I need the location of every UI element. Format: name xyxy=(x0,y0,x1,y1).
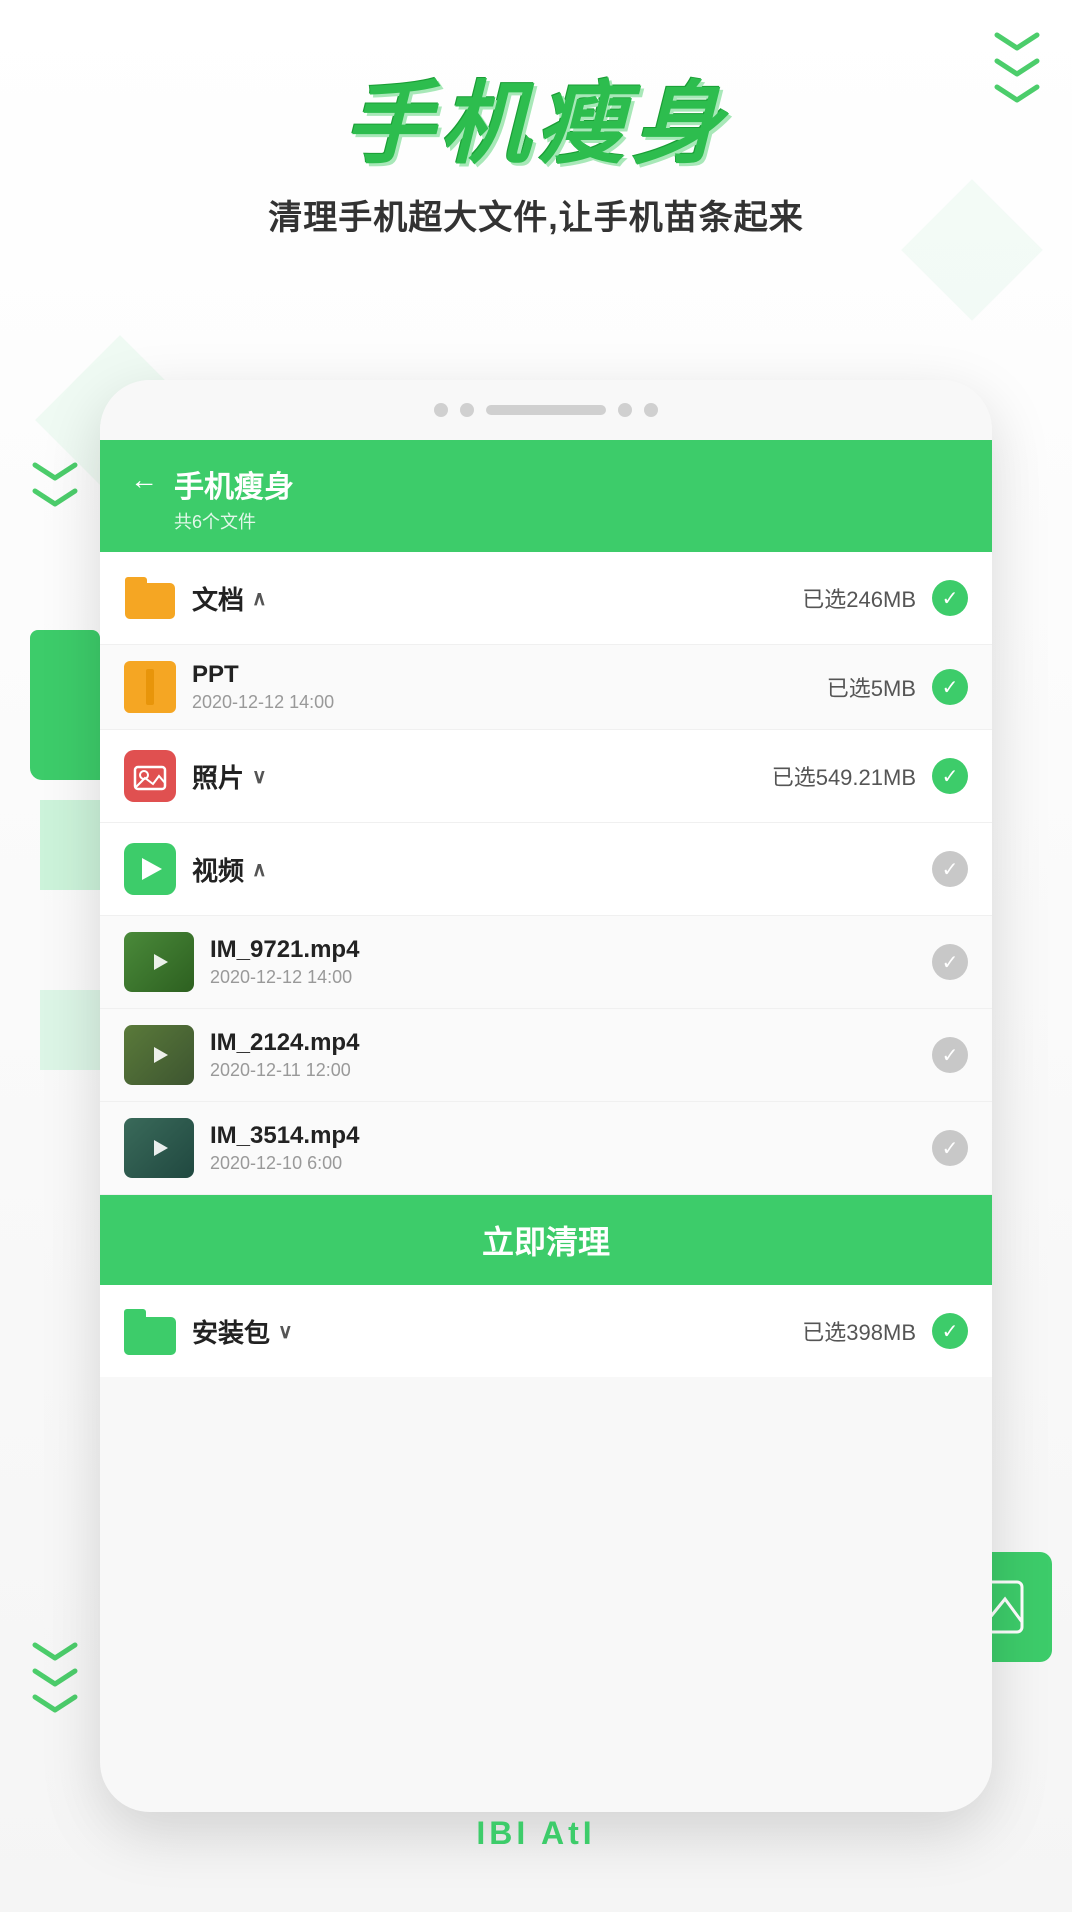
category-name: 文档 xyxy=(192,580,244,617)
header-title: 手机瘦身 xyxy=(174,462,294,506)
ppt-icon xyxy=(124,661,176,713)
chevron-icon xyxy=(30,1666,80,1686)
chevron-icon xyxy=(992,56,1042,76)
photo-icon-shape xyxy=(124,750,176,802)
category-label: 安装包 ∨ xyxy=(192,1313,802,1350)
video-thumbnail xyxy=(124,932,194,992)
phone-mockup: ← 手机瘦身 共6个文件 文档 ∧ 已选246MB xyxy=(100,380,992,1812)
item-name: IM_2124.mp4 xyxy=(210,1029,932,1057)
file-list: 文档 ∧ 已选246MB ✓ PPT 2020-12-12 14:00 已选5M… xyxy=(100,552,992,1377)
chevron-icon xyxy=(30,1692,80,1712)
expand-icon: ∧ xyxy=(252,586,267,611)
expand-icon: ∨ xyxy=(252,764,267,789)
deco-chevrons-left xyxy=(30,460,80,506)
deco-chevrons-bottom-left xyxy=(30,1640,80,1712)
video-icon-shape xyxy=(124,843,176,895)
category-label: 照片 ∨ xyxy=(192,758,772,795)
camera-dot xyxy=(618,403,632,417)
folder-icon xyxy=(124,572,176,624)
category-name: 视频 xyxy=(192,851,244,888)
list-item-ppt[interactable]: PPT 2020-12-12 14:00 已选5MB ✓ xyxy=(100,645,992,730)
video-icon xyxy=(124,843,176,895)
item-text: PPT 2020-12-12 14:00 xyxy=(192,661,827,713)
list-item-video-1[interactable]: IM_9721.mp4 2020-12-12 14:00 ✓ xyxy=(100,916,992,1009)
ppt-icon-bar xyxy=(146,669,154,705)
chevron-icon xyxy=(992,30,1042,50)
hero-title: 手机瘦身 xyxy=(0,80,1072,170)
back-button[interactable]: ← xyxy=(130,464,158,496)
category-row-videos[interactable]: 视频 ∧ ✓ xyxy=(100,823,992,916)
check-icon-unselected[interactable]: ✓ xyxy=(932,944,968,980)
expand-icon: ∨ xyxy=(278,1319,293,1344)
item-name: IM_3514.mp4 xyxy=(210,1122,932,1150)
category-label: 文档 ∧ xyxy=(192,580,802,617)
check-icon[interactable]: ✓ xyxy=(932,669,968,705)
category-size: 已选549.21MB xyxy=(772,760,916,792)
play-icon xyxy=(154,954,168,970)
install-folder-icon xyxy=(124,1305,176,1357)
play-icon xyxy=(142,858,162,880)
header-subtitle: 共6个文件 xyxy=(174,508,294,534)
category-row-install[interactable]: 安装包 ∨ 已选398MB ✓ xyxy=(100,1285,992,1377)
item-name: PPT xyxy=(192,661,827,689)
hero-subtitle: 清理手机超大文件,让手机苗条起来 xyxy=(0,190,1072,239)
expand-icon: ∧ xyxy=(252,857,267,882)
item-size: 已选5MB xyxy=(827,671,916,703)
check-icon[interactable]: ✓ xyxy=(932,580,968,616)
play-icon xyxy=(154,1047,168,1063)
chevron-icon xyxy=(30,460,80,480)
item-text: IM_2124.mp4 2020-12-11 12:00 xyxy=(210,1029,932,1081)
category-name: 照片 xyxy=(192,758,244,795)
chevron-icon xyxy=(30,486,80,506)
video-thumbnail xyxy=(124,1025,194,1085)
phone-top-bar xyxy=(100,380,992,440)
check-icon[interactable]: ✓ xyxy=(932,758,968,794)
list-item-video-2[interactable]: IM_2124.mp4 2020-12-11 12:00 ✓ xyxy=(100,1009,992,1102)
item-name: IM_9721.mp4 xyxy=(210,936,932,964)
hero-section: 手机瘦身 清理手机超大文件,让手机苗条起来 xyxy=(0,80,1072,239)
clean-button[interactable]: 立即清理 xyxy=(100,1195,992,1285)
item-date: 2020-12-12 14:00 xyxy=(210,967,932,988)
check-icon-unselected[interactable]: ✓ xyxy=(932,1037,968,1073)
item-date: 2020-12-11 12:00 xyxy=(210,1060,932,1081)
camera-dot xyxy=(434,403,448,417)
category-row-photos[interactable]: 照片 ∨ 已选549.21MB ✓ xyxy=(100,730,992,823)
item-text: IM_3514.mp4 2020-12-10 6:00 xyxy=(210,1122,932,1174)
chevron-icon xyxy=(30,1640,80,1660)
category-row-documents[interactable]: 文档 ∧ 已选246MB ✓ xyxy=(100,552,992,645)
folder-icon-shape xyxy=(125,577,175,619)
camera-dot xyxy=(644,403,658,417)
phone-content: ← 手机瘦身 共6个文件 文档 ∧ 已选246MB xyxy=(100,440,992,1812)
check-icon-unselected[interactable]: ✓ xyxy=(932,851,968,887)
photo-icon xyxy=(124,750,176,802)
item-date: 2020-12-10 6:00 xyxy=(210,1153,932,1174)
item-text: IM_9721.mp4 2020-12-12 14:00 xyxy=(210,936,932,988)
category-name: 安装包 xyxy=(192,1313,270,1350)
bottom-text: IBI AtI xyxy=(0,1815,1072,1852)
app-header: ← 手机瘦身 共6个文件 xyxy=(100,440,992,552)
category-size: 已选398MB xyxy=(802,1315,916,1347)
check-icon-unselected[interactable]: ✓ xyxy=(932,1130,968,1166)
video-thumbnail xyxy=(124,1118,194,1178)
camera-dot xyxy=(460,403,474,417)
category-size: 已选246MB xyxy=(802,582,916,614)
play-icon xyxy=(154,1140,168,1156)
list-item-video-3[interactable]: IM_3514.mp4 2020-12-10 6:00 ✓ xyxy=(100,1102,992,1195)
clean-button-label: 立即清理 xyxy=(482,1224,610,1260)
header-text: 手机瘦身 共6个文件 xyxy=(174,462,294,534)
speaker xyxy=(486,405,606,415)
item-date: 2020-12-12 14:00 xyxy=(192,692,827,713)
category-label: 视频 ∧ xyxy=(192,851,916,888)
check-icon[interactable]: ✓ xyxy=(932,1313,968,1349)
